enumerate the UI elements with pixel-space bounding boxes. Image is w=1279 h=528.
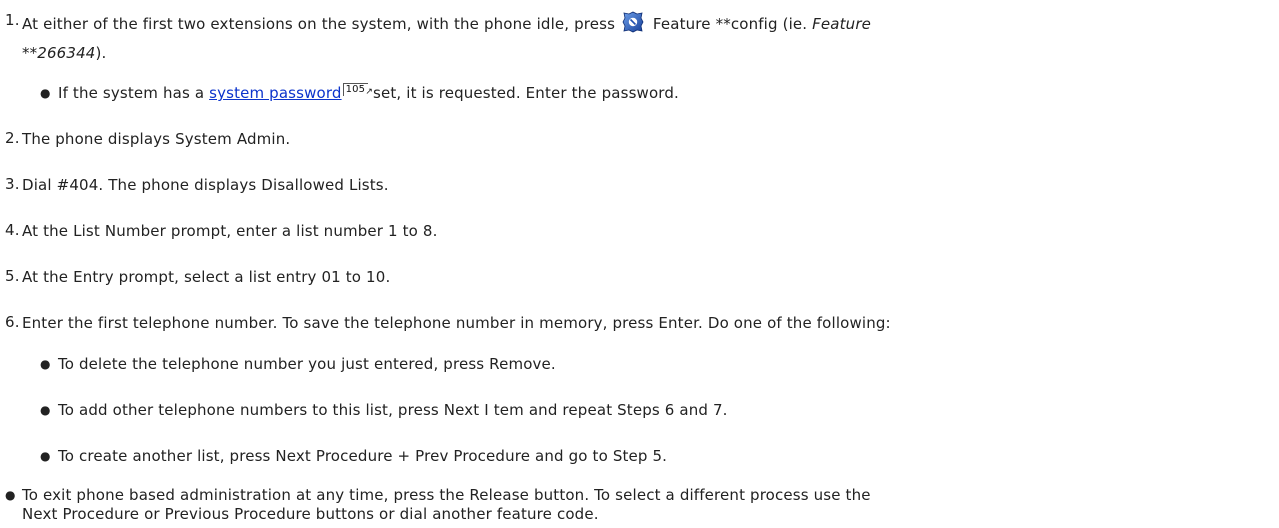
step-6-option-3: To create another list, press Next Proce…	[58, 447, 668, 465]
step-1-text-cont: **266344).	[22, 43, 106, 63]
step-1-post: ).	[95, 44, 107, 62]
feature-button-icon	[622, 11, 644, 38]
step-1-mid: Feature **config (ie.	[652, 15, 808, 33]
step-1-example-a: Feature	[812, 15, 872, 33]
bullet: ●	[5, 488, 16, 502]
step-number: 5.	[5, 267, 20, 285]
step-5-text: At the Entry prompt, select a list entry…	[22, 268, 391, 286]
step-3-text: Dial #404. The phone displays Disallowed…	[22, 176, 389, 194]
bullet: ●	[40, 357, 51, 371]
step-1-example-b: **266344	[22, 44, 96, 62]
step-4-text: At the List Number prompt, enter a list …	[22, 222, 438, 240]
bullet: ●	[40, 86, 51, 100]
document-page: 1. At either of the first two extensions…	[0, 0, 1279, 528]
step-1-text: At either of the first two extensions on…	[22, 11, 871, 38]
step-number: 2.	[5, 129, 20, 147]
step-number: 6.	[5, 313, 20, 331]
step-number: 4.	[5, 221, 20, 239]
step-1-sub-pre: If the system has a	[58, 84, 205, 102]
note-line-2: Next Procedure or Previous Procedure but…	[22, 505, 599, 523]
bullet: ●	[40, 403, 51, 417]
step-6-option-2: To add other telephone numbers to this l…	[58, 401, 728, 419]
step-1-sub-post: set, it is requested. Enter the password…	[373, 84, 679, 102]
system-password-link[interactable]: system password	[209, 84, 341, 102]
step-6-text: Enter the first telephone number. To sav…	[22, 314, 891, 332]
note-line-1: To exit phone based administration at an…	[22, 486, 871, 504]
page-reference-number: 105	[345, 84, 366, 95]
page-reference[interactable]: 105 ↗	[342, 83, 373, 97]
page-ref-arrow-icon: ↗	[365, 87, 374, 97]
step-6-option-1: To delete the telephone number you just …	[58, 355, 556, 373]
step-number: 3.	[5, 175, 20, 193]
step-1-pre: At either of the first two extensions on…	[22, 15, 616, 33]
step-1-sub: If the system has a system password 105 ↗ …	[58, 83, 679, 103]
bullet: ●	[40, 449, 51, 463]
step-2-text: The phone displays System Admin.	[22, 130, 291, 148]
step-number: 1.	[5, 11, 20, 29]
